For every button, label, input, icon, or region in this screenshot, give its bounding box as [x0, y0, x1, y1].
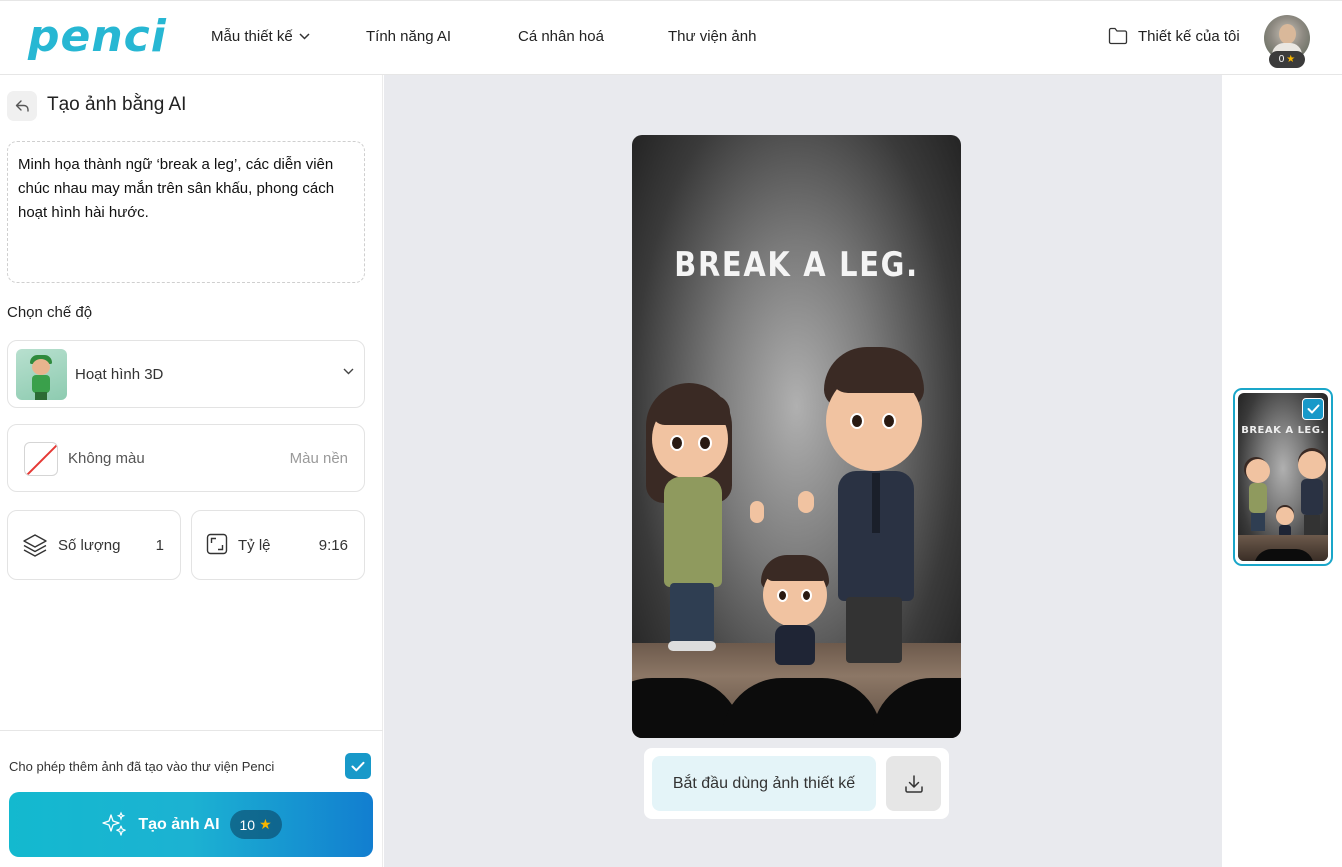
- nav-ai-features[interactable]: Tính năng AI: [366, 28, 518, 45]
- prompt-input[interactable]: Minh họa thành ngữ ‘break a leg’, các di…: [7, 141, 365, 283]
- man-pants: [846, 597, 902, 663]
- sparkles-icon: [102, 811, 127, 836]
- download-icon: [904, 774, 923, 793]
- folder-icon: [1108, 27, 1128, 45]
- woman-bangs: [652, 395, 730, 425]
- preview-action-bar: Bắt đầu dùng ảnh thiết kế: [644, 748, 949, 819]
- woman-figure: [642, 383, 764, 683]
- man-eye-left: [850, 413, 864, 429]
- nav-templates-label: Mẫu thiết kế: [211, 28, 293, 45]
- thumb-boy: [1275, 507, 1295, 537]
- nav-ai-features-label: Tính năng AI: [366, 28, 452, 45]
- top-header: penci Mẫu thiết kế Tính năng AI Cá nhân …: [0, 0, 1342, 75]
- thumb-legs: [35, 392, 47, 400]
- consent-text: Cho phép thêm ảnh đã tạo vào thư viện Pe…: [9, 759, 275, 774]
- generated-image-preview[interactable]: BREAK A LEG.: [632, 135, 961, 738]
- boy-figure: [757, 555, 837, 675]
- color-label: Màu nền: [289, 450, 348, 467]
- panel-title: Tạo ảnh bằng AI: [47, 94, 187, 115]
- thumb-seats: [1254, 549, 1314, 561]
- boy-fringe: [765, 561, 825, 581]
- background-color-picker[interactable]: Không màu Màu nền: [7, 424, 365, 492]
- ratio-option[interactable]: Tỷ lệ 9:16: [191, 510, 365, 580]
- star-icon: ★: [259, 816, 272, 832]
- layers-icon: [23, 534, 47, 557]
- nav-photo-library-label: Thư viện ảnh: [668, 28, 757, 45]
- check-icon: [1307, 404, 1319, 414]
- chevron-down-icon: [299, 33, 310, 40]
- results-strip: BREAK A LEG.: [1222, 75, 1342, 867]
- man-eye-right: [882, 413, 896, 429]
- ratio-value: 9:16: [318, 537, 348, 554]
- mode-select[interactable]: Hoạt hình 3D: [7, 340, 365, 408]
- quantity-value: 1: [155, 537, 164, 554]
- generate-label: Tạo ảnh AI: [138, 815, 220, 833]
- ratio-label: Tỷ lệ: [238, 537, 271, 554]
- back-arrow-icon: [15, 100, 29, 112]
- selected-check[interactable]: [1302, 398, 1324, 420]
- nav-templates[interactable]: Mẫu thiết kế: [211, 28, 366, 45]
- download-button[interactable]: [886, 756, 941, 811]
- consent-checkbox[interactable]: [345, 753, 371, 779]
- my-designs-link[interactable]: Thiết kế của tôi: [1108, 27, 1240, 45]
- thumb-body: [32, 375, 50, 393]
- thumb-man: [1296, 451, 1328, 535]
- mode-thumbnail: [16, 349, 67, 400]
- boy-eye-right: [801, 589, 812, 602]
- user-menu[interactable]: 0 ★: [1264, 15, 1310, 69]
- aspect-ratio-icon: [206, 533, 228, 555]
- mode-value: Hoạt hình 3D: [75, 366, 164, 383]
- canvas-area: BREAK A LEG. Bắt đầu dùng ảnh thiết kế: [384, 75, 1222, 867]
- chevron-down-icon: [343, 368, 354, 375]
- penci-logo[interactable]: penci: [28, 11, 167, 62]
- main-nav: Mẫu thiết kế Tính năng AI Cá nhân hoá Th…: [211, 28, 756, 45]
- man-fringe: [830, 357, 922, 393]
- use-design-button[interactable]: Bắt đầu dùng ảnh thiết kế: [652, 756, 876, 811]
- quantity-label: Số lượng: [58, 537, 121, 554]
- woman-shoes: [668, 641, 716, 651]
- generate-cost: 10: [239, 816, 256, 833]
- no-color-swatch: [24, 442, 58, 476]
- woman-jeans: [670, 583, 714, 643]
- boy-suit: [775, 625, 815, 665]
- result-thumbnail[interactable]: BREAK A LEG.: [1233, 388, 1333, 566]
- man-tie: [872, 473, 880, 533]
- panel-footer: Cho phép thêm ảnh đã tạo vào thư viện Pe…: [0, 730, 383, 867]
- my-designs-label: Thiết kế của tôi: [1138, 27, 1240, 45]
- man-figure: [798, 347, 950, 687]
- thumbnail-headline: BREAK A LEG.: [1241, 425, 1325, 436]
- color-value: Không màu: [68, 450, 145, 467]
- back-button[interactable]: [7, 91, 37, 121]
- credit-badge: 0 ★: [1269, 51, 1305, 68]
- boy-eye-left: [777, 589, 788, 602]
- thumb-head: [32, 359, 50, 375]
- woman-jacket: [664, 477, 722, 587]
- nav-personalize-label: Cá nhân hoá: [518, 28, 604, 45]
- star-icon: ★: [1286, 54, 1296, 65]
- man-hand: [798, 491, 814, 513]
- avatar-face: [1279, 24, 1296, 44]
- result-thumbnail-image: BREAK A LEG.: [1238, 393, 1328, 561]
- generate-cost-badge: 10 ★: [229, 810, 282, 839]
- check-icon: [351, 761, 365, 771]
- woman-eye-right: [698, 435, 712, 451]
- thumb-woman: [1244, 459, 1272, 531]
- woman-eye-left: [670, 435, 684, 451]
- ai-generator-panel: Tạo ảnh bằng AI Minh họa thành ngữ ‘brea…: [0, 75, 383, 867]
- nav-personalize[interactable]: Cá nhân hoá: [518, 28, 668, 45]
- credit-count: 0: [1278, 54, 1285, 65]
- image-headline: BREAK A LEG.: [674, 245, 919, 285]
- woman-hand: [750, 501, 764, 523]
- mode-label: Chọn chế độ: [7, 304, 93, 321]
- nav-photo-library[interactable]: Thư viện ảnh: [668, 28, 756, 45]
- quantity-option[interactable]: Số lượng 1: [7, 510, 181, 580]
- generate-ai-button[interactable]: Tạo ảnh AI 10 ★: [9, 792, 373, 857]
